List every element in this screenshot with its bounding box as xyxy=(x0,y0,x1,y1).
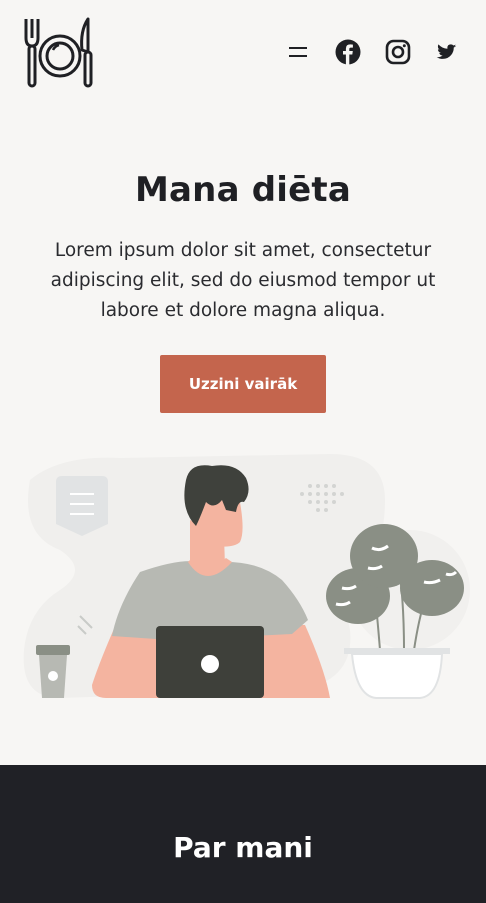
header-nav xyxy=(262,38,462,66)
hero-section: Mana diēta Lorem ipsum dolor sit amet, c… xyxy=(0,170,486,326)
plate-fork-knife-logo[interactable] xyxy=(22,16,96,90)
menu-icon[interactable] xyxy=(284,38,312,66)
site-header xyxy=(0,0,486,100)
twitter-icon[interactable] xyxy=(434,38,462,66)
about-title: Par mani xyxy=(173,831,313,864)
learn-more-button[interactable]: Uzzini vairāk xyxy=(160,355,326,413)
hero-title: Mana diēta xyxy=(134,170,351,210)
person-with-laptop-illustration xyxy=(23,454,470,699)
hero-description: Lorem ipsum dolor sit amet, consectetur … xyxy=(50,240,436,321)
document-badge-icon xyxy=(56,476,108,536)
about-section: Par mani xyxy=(0,765,486,903)
facebook-icon[interactable] xyxy=(334,38,362,66)
instagram-icon[interactable] xyxy=(384,38,412,66)
